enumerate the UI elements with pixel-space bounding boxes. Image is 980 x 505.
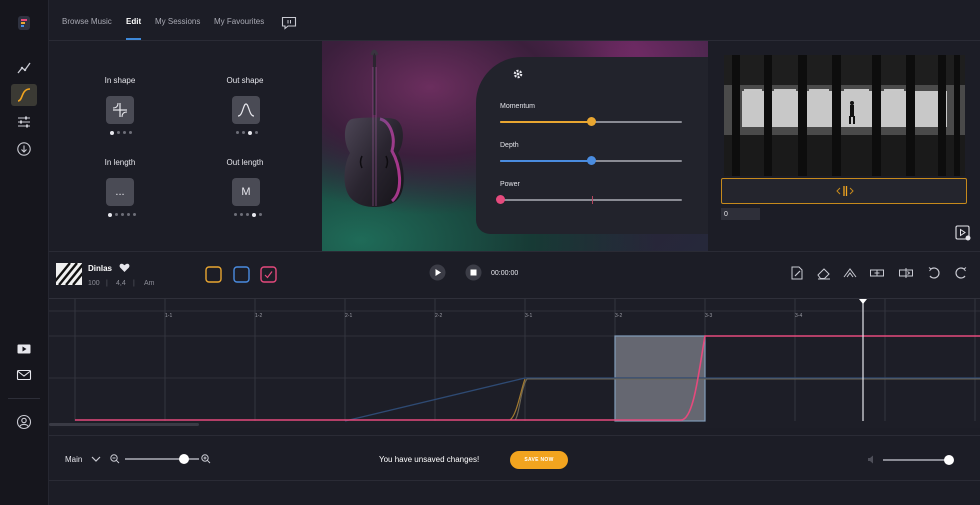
curve-tool-icon[interactable] <box>11 84 37 106</box>
video-play-icon[interactable] <box>11 338 37 360</box>
momentum-fill <box>500 121 591 123</box>
favourite-heart-icon[interactable] <box>119 263 130 275</box>
sliders-icon[interactable] <box>11 111 37 133</box>
download-icon[interactable] <box>11 138 37 160</box>
chat-icon[interactable] <box>281 16 297 32</box>
zoom-out-icon[interactable] <box>110 454 120 466</box>
track-key: Am <box>144 280 155 287</box>
redo-icon[interactable] <box>954 266 968 282</box>
line-chart-icon[interactable] <box>11 57 37 79</box>
zoom-knob[interactable] <box>179 454 190 464</box>
power-track[interactable] <box>500 199 682 201</box>
in-length-pager[interactable] <box>108 212 136 217</box>
timeline-scrollbar[interactable] <box>49 423 199 426</box>
meta-divider: | <box>133 280 135 287</box>
eraser-icon[interactable] <box>817 266 831 282</box>
mirror-curve-icon[interactable] <box>843 266 857 282</box>
in-shape-label: In shape <box>104 76 136 85</box>
power-knob[interactable] <box>495 195 505 204</box>
edit-note-icon[interactable] <box>790 266 804 282</box>
bell-curve-icon[interactable] <box>232 96 260 124</box>
depth-fill <box>500 160 591 162</box>
volume-icon[interactable] <box>867 455 877 466</box>
shape-panel: In shape Out shape In length ... Out len… <box>49 41 322 251</box>
user-profile-icon[interactable] <box>11 411 37 433</box>
amber-automation-curve[interactable] <box>75 378 980 421</box>
marker-label: 1-2 <box>255 313 262 319</box>
tab-browse-music[interactable]: Browse Music <box>62 17 112 26</box>
out-length-value[interactable]: M <box>232 178 260 206</box>
bottom-bar: Main You have unsaved changes! SAVE NOW <box>49 435 980 481</box>
track-signature: 4,4 <box>116 280 126 287</box>
meta-divider: | <box>106 280 108 287</box>
scrub-handle-icon[interactable] <box>836 185 854 199</box>
volume-knob[interactable] <box>944 455 954 465</box>
view-select[interactable]: Main <box>65 455 82 464</box>
mail-icon[interactable] <box>11 364 37 386</box>
amber-layer-toggle[interactable] <box>205 266 222 285</box>
export-video-icon[interactable] <box>955 225 971 243</box>
footer-area <box>49 481 980 505</box>
out-length-label: Out length <box>226 158 264 167</box>
chevron-down-icon[interactable] <box>91 455 101 465</box>
out-length-pager[interactable] <box>234 212 262 217</box>
app-logo-icon[interactable] <box>11 12 37 34</box>
subway-station-image <box>724 55 965 176</box>
frame-input[interactable] <box>721 208 760 220</box>
unsaved-message: You have unsaved changes! <box>379 455 480 464</box>
scrub-bar[interactable] <box>721 178 967 204</box>
marker-label: 2-1 <box>345 313 352 319</box>
out-shape-label: Out shape <box>226 76 264 85</box>
track-bpm: 100 <box>88 280 100 287</box>
in-length-label: In length <box>104 158 136 167</box>
power-label: Power <box>500 181 520 188</box>
stop-button[interactable] <box>465 264 482 283</box>
add-segment-icon[interactable] <box>870 266 884 282</box>
undo-icon[interactable] <box>927 266 941 282</box>
tab-my-sessions[interactable]: My Sessions <box>155 17 200 26</box>
tab-my-favourites[interactable]: My Favourites <box>214 17 264 26</box>
marker-label: 3-3 <box>705 313 712 319</box>
depth-label: Depth <box>500 142 519 149</box>
automation-curve-canvas[interactable]: 1-1 1-2 2-1 2-2 3-1 3-2 3-3 3-4 <box>49 299 980 429</box>
cross-curve-icon[interactable] <box>106 96 134 124</box>
marker-label: 3-1 <box>525 313 532 319</box>
marker-label: 3-2 <box>615 313 622 319</box>
left-rail <box>0 0 49 505</box>
in-shape-pager[interactable] <box>110 130 132 135</box>
timeline[interactable]: 1-1 1-2 2-1 2-2 3-1 3-2 3-3 3-4 <box>49 298 980 428</box>
in-length-value[interactable]: ... <box>106 178 134 206</box>
rail-divider <box>8 398 40 399</box>
power-marker <box>592 196 593 204</box>
blue-layer-toggle[interactable] <box>233 266 250 285</box>
play-button[interactable] <box>429 264 446 283</box>
momentum-knob[interactable] <box>586 117 596 126</box>
top-tab-bar: Browse Music Edit My Sessions My Favouri… <box>49 0 980 41</box>
out-shape-pager[interactable] <box>236 130 258 135</box>
momentum-label: Momentum <box>500 103 536 110</box>
video-preview[interactable] <box>724 55 965 176</box>
track-thumbnail <box>51 262 92 287</box>
track-header: Dinlas 100 | 4,4 | Am 00:00:00 <box>49 251 980 298</box>
tab-edit[interactable]: Edit <box>126 17 141 26</box>
marker-label: 1-1 <box>165 313 172 319</box>
marker-label: 2-2 <box>435 313 442 319</box>
playback-time: 00:00:00 <box>491 270 519 277</box>
settings-gear-icon[interactable] <box>511 67 525 83</box>
save-now-button[interactable]: SAVE NOW <box>510 451 568 469</box>
track-name: Dinlas <box>88 264 113 273</box>
active-tab-indicator <box>126 38 141 40</box>
volume-track[interactable] <box>883 459 949 461</box>
pink-layer-toggle-checked[interactable] <box>260 266 277 285</box>
split-segment-icon[interactable] <box>899 266 913 282</box>
depth-knob[interactable] <box>586 156 596 165</box>
marker-label: 3-4 <box>795 313 802 319</box>
sliders-card: Momentum Depth Power <box>476 57 708 234</box>
zoom-in-icon[interactable] <box>201 454 211 466</box>
bar-markers: 1-1 1-2 2-1 2-2 3-1 3-2 3-3 3-4 <box>165 313 802 319</box>
